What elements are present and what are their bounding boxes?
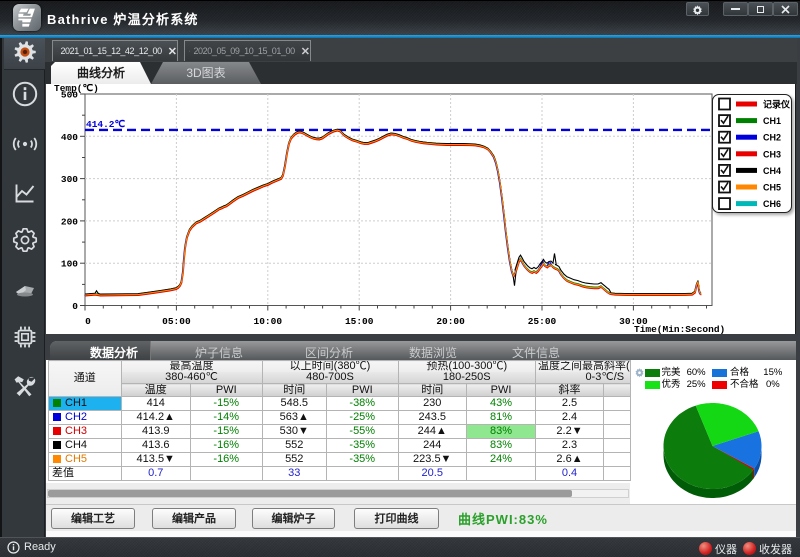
svg-text:15:00: 15:00 (345, 316, 374, 327)
svg-text:25:00: 25:00 (528, 316, 557, 327)
svg-text:CH3: CH3 (763, 149, 781, 159)
svg-text:CH5: CH5 (763, 183, 781, 193)
svg-text:CH6: CH6 (763, 199, 781, 209)
svg-text:500: 500 (61, 90, 78, 101)
svg-text:400: 400 (61, 132, 78, 143)
svg-text:05:00: 05:00 (162, 316, 191, 327)
svg-text:414.2℃: 414.2℃ (86, 119, 126, 130)
svg-text:CH2: CH2 (763, 133, 781, 143)
svg-text:300: 300 (61, 174, 78, 185)
svg-text:CH4: CH4 (763, 166, 781, 176)
svg-text:记录仪: 记录仪 (763, 99, 790, 110)
svg-text:30:00: 30:00 (619, 316, 648, 327)
svg-text:10:00: 10:00 (254, 316, 283, 327)
svg-text:0: 0 (85, 316, 91, 327)
svg-text:100: 100 (61, 259, 78, 270)
svg-text:20:00: 20:00 (436, 316, 465, 327)
svg-text:200: 200 (61, 216, 78, 227)
svg-text:CH1: CH1 (763, 116, 781, 126)
svg-text:0: 0 (72, 301, 78, 312)
svg-text:Time(Min:Second): Time(Min:Second) (634, 324, 725, 334)
